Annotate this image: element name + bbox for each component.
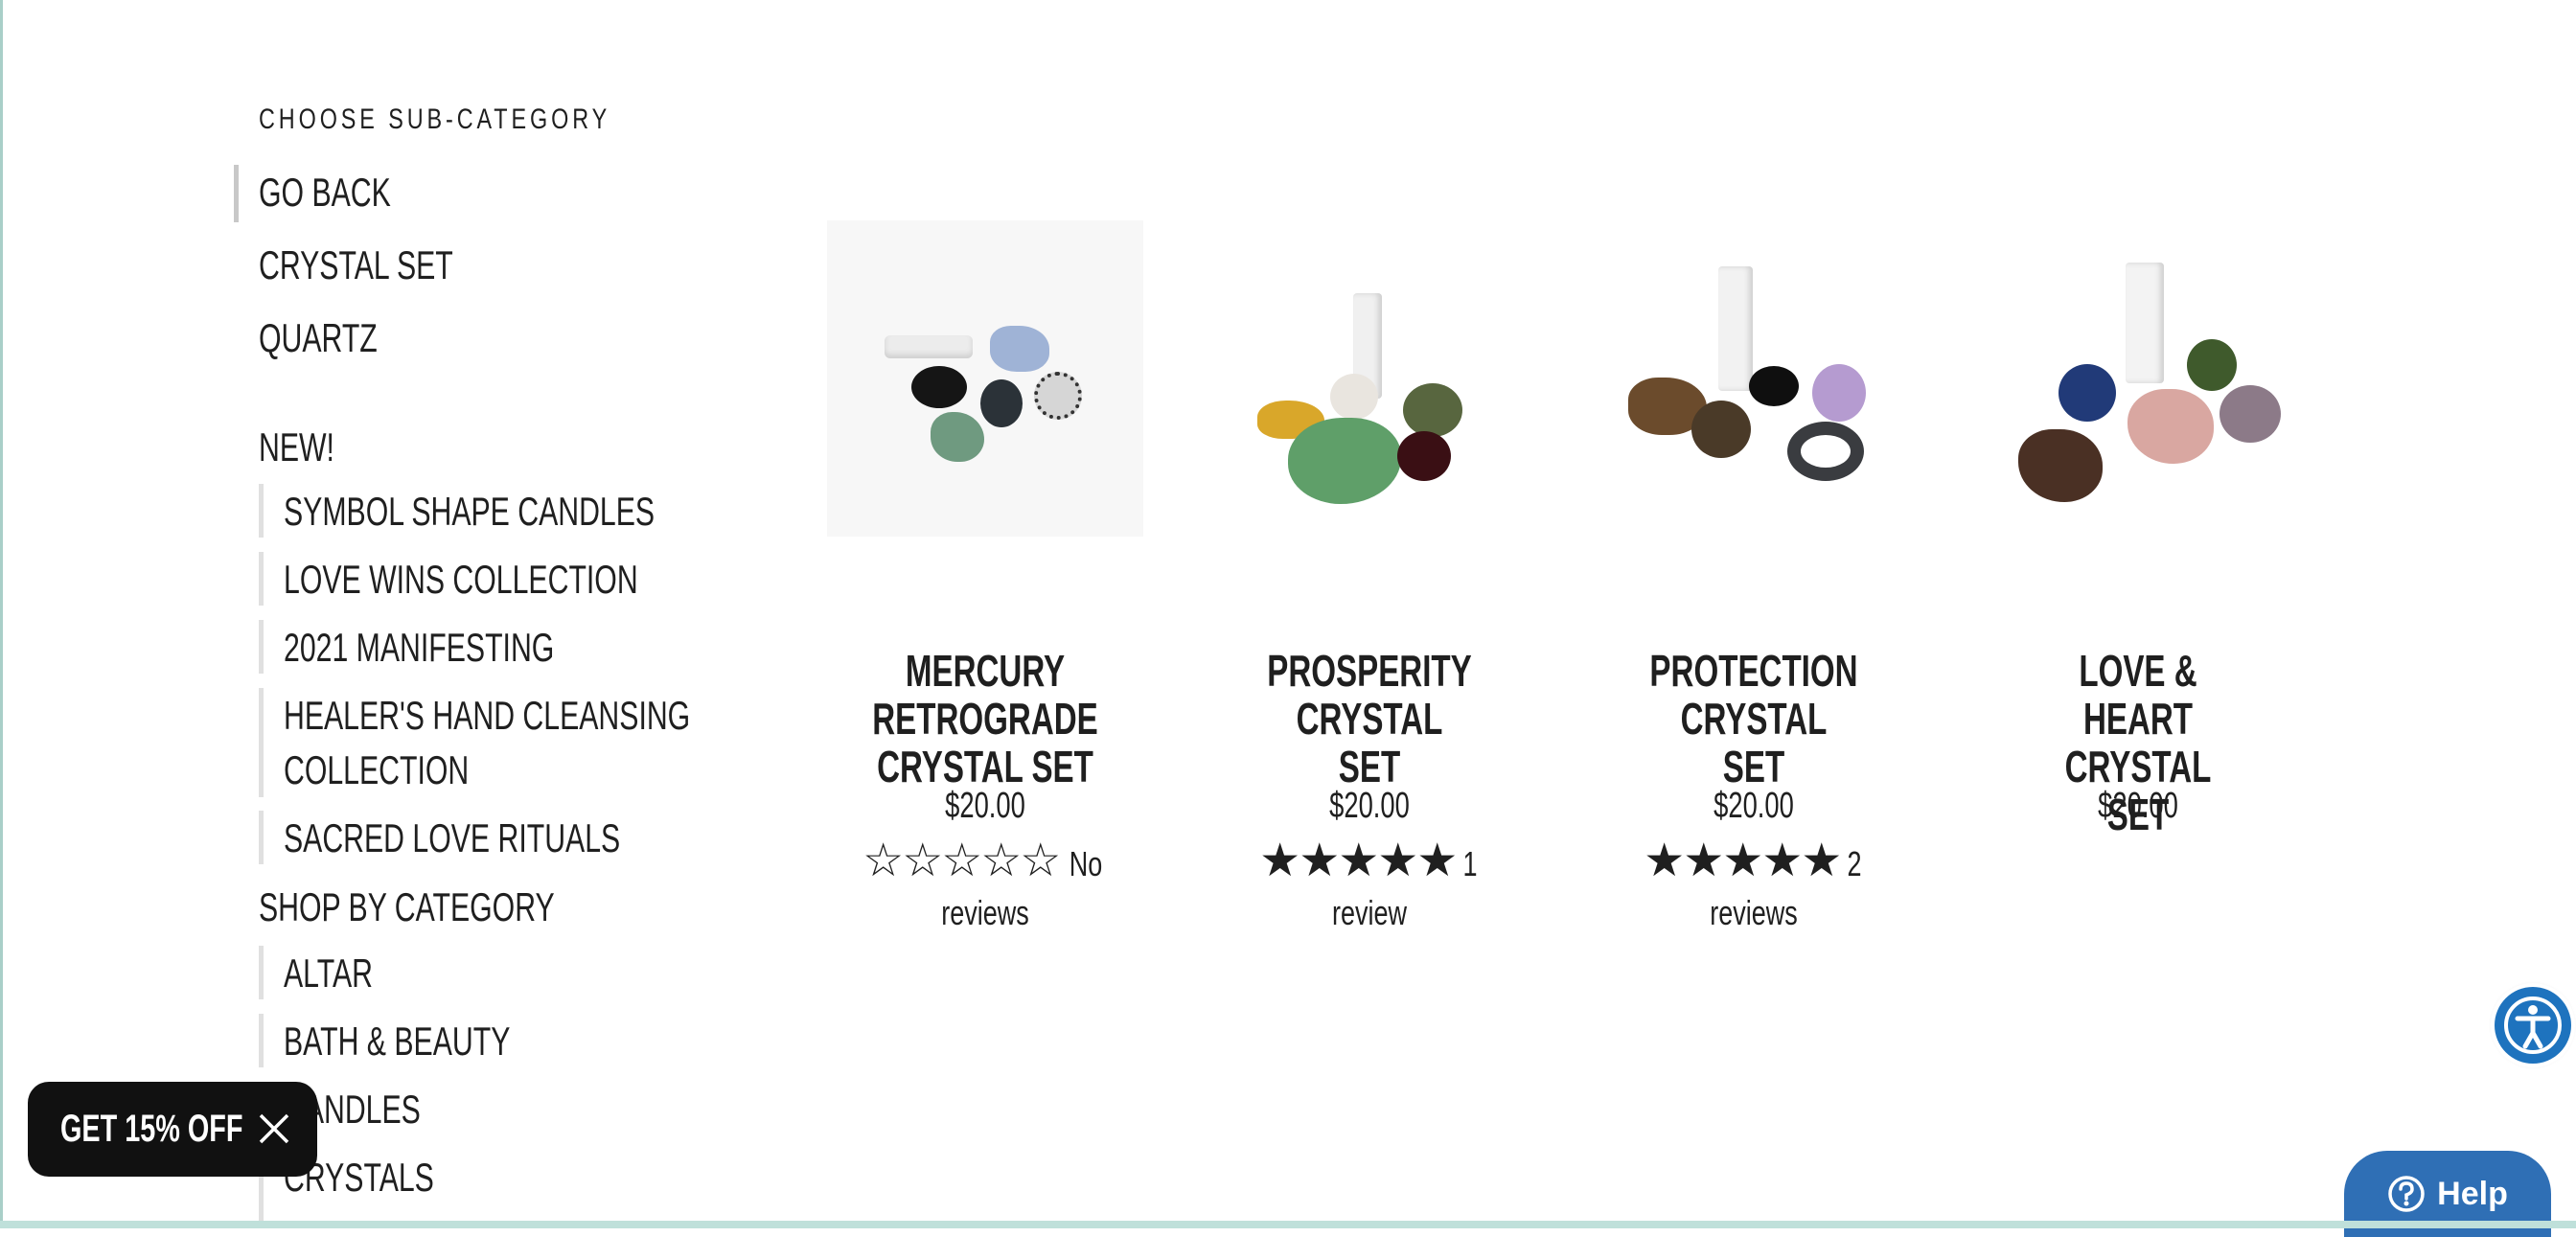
rating-count: 2 [1847,844,1862,883]
star-rating-icons: ☆☆☆☆☆ [862,836,1061,886]
sub-indicator [259,552,264,606]
product-card[interactable]: PROTECTION CRYSTAL SET $20.00 ★★★★★ 2 rev… [1591,220,1917,932]
star-rating-icons: ★★★★★ [1259,836,1458,886]
sidebar-item-crystal-set[interactable]: CRYSTAL SET [259,245,453,286]
sidebar-item-quartz[interactable]: QUARTZ [259,318,378,358]
rating-count: 1 [1462,844,1478,883]
product-price: $20.00 [1329,786,1410,826]
product-rating[interactable]: ★★★★★ 2 reviews [1591,834,1917,933]
sidebar-item-symbol-shape-candles[interactable]: SYMBOL SHAPE CANDLES [284,485,655,538]
product-image[interactable] [1211,220,1528,537]
sub-indicator [259,1014,264,1067]
sidebar-item-love-wins-collection[interactable]: LOVE WINS COLLECTION [284,553,638,607]
rating-label: reviews [941,893,1029,932]
product-card[interactable]: MERCURY RETROGRADE CRYSTAL SET $20.00 ☆☆☆… [822,220,1148,932]
sub-indicator [259,811,264,864]
help-label: Help [2437,1175,2508,1212]
star-rating-icons: ★★★★★ [1644,836,1842,886]
sidebar-item-altar[interactable]: ALTAR [284,947,373,1000]
question-circle-icon [2388,1176,2425,1212]
sidebar-item-sacred-love-rituals[interactable]: SACRED LOVE RITUALS [284,812,620,865]
accessibility-icon [2504,996,2562,1054]
sidebar-section-shop-by-category[interactable]: SHOP BY CATEGORY [259,887,555,928]
product-title[interactable]: MERCURY RETROGRADE CRYSTAL SET [868,647,1103,790]
product-price: $20.00 [1714,786,1794,826]
bottom-edge [0,1221,2576,1228]
promo-label[interactable]: GET 15% OFF [60,1108,242,1151]
product-rating[interactable]: ☆☆☆☆☆ No reviews [822,834,1148,933]
sub-indicator [259,484,264,538]
product-image[interactable] [1980,220,2296,537]
go-back-indicator [234,165,239,222]
sidebar-item-healers-hand-cleansing[interactable]: HEALER'S HAND CLEANSING [284,689,690,743]
product-card[interactable]: LOVE & HEART CRYSTAL SET $20.00 [1975,220,2301,838]
product-rating[interactable]: ★★★★★ 1 review [1207,834,1532,933]
product-price: $20.00 [2098,786,2178,826]
accessibility-button[interactable] [2495,987,2571,1064]
rating-count: No [1069,844,1103,883]
sub-indicator [259,620,264,674]
rating-label: review [1331,893,1408,932]
sub-indicator [259,946,264,999]
sidebar-item-2021-manifesting[interactable]: 2021 MANIFESTING [284,621,554,675]
sidebar-section-new[interactable]: NEW! [259,427,334,468]
product-image[interactable] [1596,220,1912,537]
sub-indicator [259,688,264,797]
sidebar-heading: CHOOSE SUB-CATEGORY [259,103,611,135]
product-price: $20.00 [945,786,1025,826]
page-left-edge [0,0,3,1228]
product-title[interactable]: PROSPERITY CRYSTAL SET [1253,647,1487,790]
close-icon[interactable] [256,1111,292,1147]
rating-label: reviews [1710,893,1798,932]
go-back-link[interactable]: GO BACK [259,172,391,213]
product-card[interactable]: PROSPERITY CRYSTAL SET $20.00 ★★★★★ 1 rev… [1207,220,1532,932]
discount-promo-tab[interactable]: GET 15% OFF [28,1082,317,1177]
product-image[interactable] [827,220,1143,537]
product-title[interactable]: PROTECTION CRYSTAL SET [1637,647,1872,790]
sidebar-item-healers-hand-cleansing-line2[interactable]: COLLECTION [284,744,469,797]
sidebar-item-bath-beauty[interactable]: BATH & BEAUTY [284,1015,510,1068]
